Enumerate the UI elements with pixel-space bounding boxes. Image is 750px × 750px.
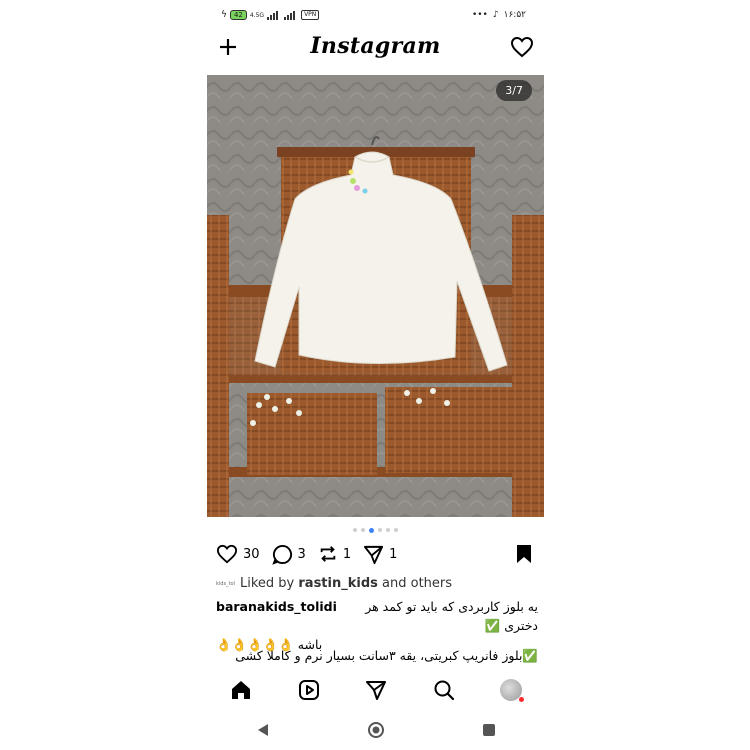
carousel-dot: [386, 528, 390, 532]
post-photo: [207, 75, 544, 517]
comment-icon[interactable]: [271, 544, 293, 565]
liker-avatar: kids_tol: [216, 580, 235, 587]
bottom-nav: [207, 676, 544, 704]
send-icon[interactable]: [363, 544, 384, 565]
caption-line-3: ✅بلوز فانریپ کبریتی، یقه ۳سانت بسیار نرم…: [235, 648, 538, 663]
home-icon[interactable]: [229, 678, 253, 702]
recents-icon[interactable]: [482, 723, 496, 737]
heart-icon[interactable]: [216, 544, 238, 564]
search-icon[interactable]: [432, 678, 456, 702]
notification-dot: [519, 697, 525, 702]
image-counter: 3/7: [496, 80, 532, 101]
post-caption: baranakids_tolidi یه بلوز کاربردی که بای…: [216, 597, 538, 654]
network-label: 4.5G: [249, 11, 265, 19]
system-nav: [207, 718, 544, 742]
back-icon[interactable]: [256, 723, 270, 737]
top-bar: Instagram: [207, 33, 544, 67]
liked-by-user[interactable]: rastin_kids: [298, 576, 378, 591]
repost-icon[interactable]: [318, 544, 338, 564]
carousel-dot: [394, 528, 398, 532]
caption-row: baranakids_tolidi یه بلوز کاربردی که بای…: [216, 597, 538, 635]
like-count[interactable]: 30: [243, 547, 260, 562]
caption-line-1: یه بلوز کاربردی که باید تو کمد هر دختری …: [365, 599, 538, 633]
repost-action[interactable]: 1: [318, 544, 351, 564]
repost-count[interactable]: 1: [343, 547, 351, 562]
comment-count[interactable]: 3: [298, 547, 306, 562]
carousel-dot: [378, 528, 382, 532]
signal-icon: [267, 10, 279, 20]
liked-by[interactable]: kids_tol Liked by rastin_kids and others: [216, 576, 452, 591]
carousel-dot: [353, 528, 357, 532]
share-action[interactable]: 1: [363, 544, 397, 565]
vpn-icon: VPN: [301, 10, 320, 20]
status-right: ••• ♪ ۱۶:۵۲: [472, 10, 526, 20]
comment-action[interactable]: 3: [271, 544, 306, 565]
heart-icon[interactable]: [510, 36, 534, 58]
plus-icon[interactable]: [217, 36, 239, 58]
liked-by-suffix: and others: [377, 576, 453, 591]
status-bar: ϟ 42 4.5G VPN ••• ♪ ۱۶:۵۲: [207, 7, 544, 27]
reels-icon[interactable]: [297, 678, 321, 702]
bookmark-icon[interactable]: [514, 543, 534, 565]
direct-icon[interactable]: [364, 678, 388, 702]
liked-by-prefix: Liked by: [240, 576, 299, 591]
carousel-dot: [361, 528, 365, 532]
liked-by-text: Liked by rastin_kids and others: [240, 576, 452, 591]
carousel-dots: [207, 527, 544, 533]
like-action[interactable]: 30: [216, 544, 260, 564]
alarm-icon: ♪: [492, 10, 499, 20]
status-left: ϟ 42 4.5G VPN: [221, 10, 320, 20]
post-actions: 30 3 1 1: [216, 543, 536, 565]
home-button-icon[interactable]: [367, 721, 385, 739]
battery-icon: 42: [229, 10, 247, 20]
instagram-logo: Instagram: [310, 33, 441, 59]
caption-username[interactable]: baranakids_tolidi: [216, 597, 337, 616]
carousel-dot-active: [369, 527, 374, 533]
share-count[interactable]: 1: [389, 547, 397, 562]
clock: ۱۶:۵۲: [503, 10, 526, 20]
charging-icon: ϟ: [221, 10, 227, 20]
more-indicator: •••: [471, 10, 488, 20]
instagram-app: ϟ 42 4.5G VPN ••• ♪ ۱۶:۵۲ Instagram 3/7 …: [207, 0, 544, 750]
battery-level: 42: [233, 11, 243, 19]
signal-icon-2: [284, 10, 296, 20]
post-image[interactable]: 3/7: [207, 75, 544, 517]
profile-avatar[interactable]: [500, 679, 525, 702]
